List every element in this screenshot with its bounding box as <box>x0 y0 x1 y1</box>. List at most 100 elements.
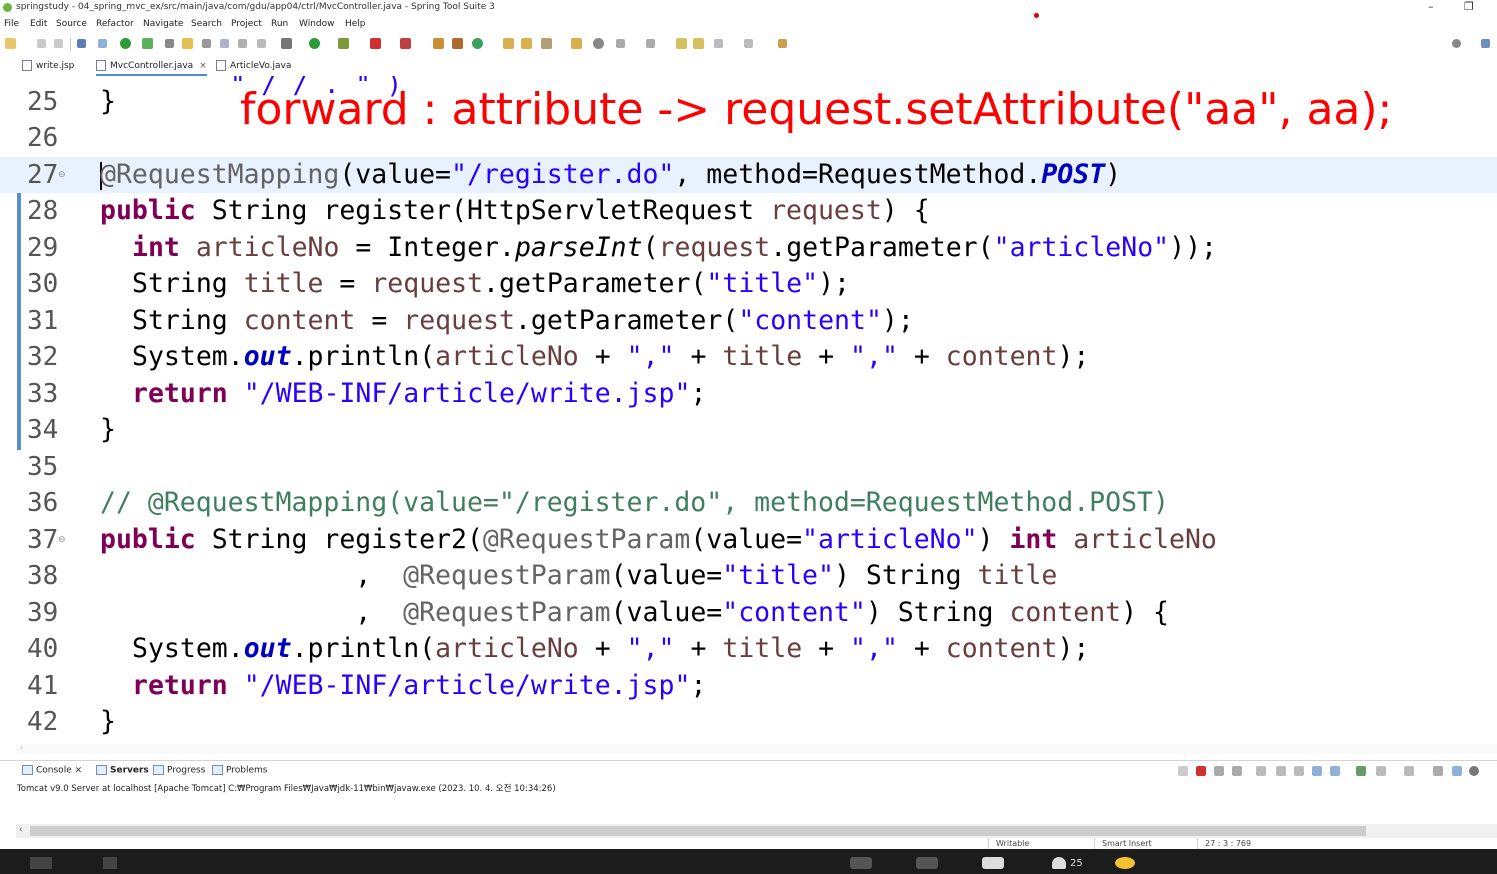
last-edit-icon[interactable] <box>676 38 687 49</box>
tab-mvccontroller-java[interactable]: MvcController.java × <box>96 58 207 76</box>
menu-file[interactable]: File <box>4 19 19 29</box>
code-line-27: 27 ⊖ @RequestMapping(value="/register.do… <box>0 157 1497 193</box>
new-class-icon[interactable] <box>472 38 483 49</box>
annotation-icon[interactable] <box>202 39 211 48</box>
open-type-icon[interactable] <box>503 38 514 49</box>
next-annotation-icon[interactable] <box>616 39 625 48</box>
minimize-panel-icon[interactable] <box>1433 766 1443 776</box>
menu-run[interactable]: Run <box>271 19 288 29</box>
back-icon[interactable] <box>714 39 723 48</box>
open-console-icon[interactable] <box>1404 766 1414 776</box>
scroll-left-icon[interactable]: ‹ <box>20 743 23 752</box>
fold-toggle-icon[interactable]: ⊖ <box>58 170 66 180</box>
window-title: springstudy - 04_spring_mvc_ex/src/main/… <box>16 2 495 12</box>
tab-write-jsp[interactable]: write.jsp <box>22 58 74 74</box>
clear-console-icon[interactable] <box>1256 766 1266 776</box>
maximize-panel-icon[interactable] <box>1452 766 1462 776</box>
menu-search[interactable]: Search <box>191 19 222 29</box>
servers-icon <box>96 765 107 775</box>
gear-icon[interactable] <box>1469 766 1479 776</box>
editor-horizontal-scrollbar[interactable]: ‹ <box>16 743 1497 754</box>
line-number: 29 <box>27 233 59 263</box>
close-tab-icon[interactable]: × <box>199 61 207 71</box>
forward-icon[interactable] <box>744 39 753 48</box>
tab-label: ArticleVo.java <box>230 61 292 71</box>
mic-off-icon[interactable] <box>103 857 117 869</box>
line-number: 25 <box>27 87 59 117</box>
tab-progress[interactable]: Progress <box>153 765 205 776</box>
run-icon[interactable] <box>309 38 320 49</box>
start-server-icon[interactable] <box>120 38 131 49</box>
save-all-icon[interactable] <box>54 39 63 48</box>
debug-icon[interactable] <box>281 38 292 49</box>
code-editor[interactable]: " / / . " ) 25 } forward : attribute -> … <box>0 76 1497 743</box>
scroll-lock-icon[interactable] <box>1276 766 1286 776</box>
scrollbar-thumb[interactable] <box>30 826 1366 836</box>
minimize-button[interactable]: – <box>1428 0 1434 13</box>
menu-help[interactable]: Help <box>345 19 366 29</box>
history-icon[interactable] <box>693 38 704 49</box>
perspective-icon[interactable] <box>1481 39 1490 48</box>
remove-launch-icon[interactable] <box>1214 766 1224 776</box>
quick-access-search-icon[interactable] <box>1452 39 1461 48</box>
tab-problems[interactable]: Problems <box>212 765 267 776</box>
code-line-38: 38 , @RequestParam(value="title") String… <box>0 558 1497 594</box>
menu-refactor[interactable]: Refactor <box>96 19 134 29</box>
pin-console-icon[interactable] <box>1356 766 1366 776</box>
scroll-left-icon[interactable]: ‹ <box>19 825 23 835</box>
close-tab-icon[interactable]: × <box>75 766 83 776</box>
tab-servers[interactable]: Servers <box>96 765 149 776</box>
code-text: @RequestMapping(value="/register.do", me… <box>100 159 1122 190</box>
code-line-42: 42 } <box>0 704 1497 740</box>
remove-all-icon[interactable] <box>1232 766 1242 776</box>
coverage-icon[interactable] <box>338 38 349 49</box>
code-line-35: 35 <box>0 449 1497 485</box>
restore-button[interactable]: ❐ <box>1464 0 1474 13</box>
new-file-icon[interactable] <box>5 38 16 49</box>
status-insert-mode: Smart Insert <box>1102 839 1152 848</box>
globe-icon[interactable] <box>593 38 604 49</box>
camera-off-icon[interactable] <box>30 857 52 869</box>
terminate-icon[interactable] <box>1196 766 1206 776</box>
console-horizontal-scrollbar[interactable]: ‹ <box>16 824 1497 838</box>
new-java-project-icon[interactable] <box>433 38 444 49</box>
highlight-icon[interactable] <box>182 38 193 49</box>
participants-icon[interactable] <box>1052 857 1066 869</box>
new-package-icon[interactable] <box>452 38 463 49</box>
disconnect-icon[interactable] <box>1178 766 1188 776</box>
fold-toggle-icon[interactable]: ⊖ <box>58 535 66 545</box>
tab-console[interactable]: Console × <box>22 765 82 776</box>
display-console-icon[interactable] <box>1376 766 1386 776</box>
prev-annotation-icon[interactable] <box>646 39 655 48</box>
video-icon[interactable] <box>850 857 872 869</box>
share-screen-icon[interactable] <box>916 857 938 869</box>
open-folder-icon[interactable] <box>571 38 582 49</box>
menu-source[interactable]: Source <box>56 19 87 29</box>
refresh-icon[interactable] <box>142 38 153 49</box>
open-task-icon[interactable] <box>521 38 532 49</box>
emoji-reaction-icon[interactable] <box>1115 857 1135 869</box>
menu-edit[interactable]: Edit <box>30 19 47 29</box>
word-wrap-icon[interactable] <box>1294 766 1304 776</box>
block-select-icon[interactable] <box>238 39 247 48</box>
toolbar-separator <box>70 38 71 51</box>
search-icon[interactable] <box>541 38 552 49</box>
stop-icon[interactable] <box>370 38 381 49</box>
show-on-stdout-icon[interactable] <box>1312 766 1322 776</box>
open-perspective-icon[interactable] <box>778 39 787 48</box>
save-icon[interactable] <box>37 39 46 48</box>
menu-window[interactable]: Window <box>299 19 335 29</box>
pin-icon[interactable] <box>165 39 174 48</box>
menu-project[interactable]: Project <box>231 19 262 29</box>
paragraph-icon[interactable] <box>257 39 266 48</box>
line-number: 32 <box>27 342 59 372</box>
menu-navigate[interactable]: Navigate <box>143 19 183 29</box>
external-tools-icon[interactable] <box>400 38 411 49</box>
tab-articlevo-java[interactable]: ArticleVo.java <box>216 58 291 74</box>
show-whitespace-icon[interactable] <box>220 39 229 48</box>
code-text: public String register(HttpServletReques… <box>100 195 930 226</box>
terminal-icon[interactable] <box>77 39 86 48</box>
chat-icon[interactable] <box>982 857 1004 869</box>
show-on-stderr-icon[interactable] <box>1330 766 1340 776</box>
skip-breakpoints-icon[interactable] <box>98 39 107 48</box>
